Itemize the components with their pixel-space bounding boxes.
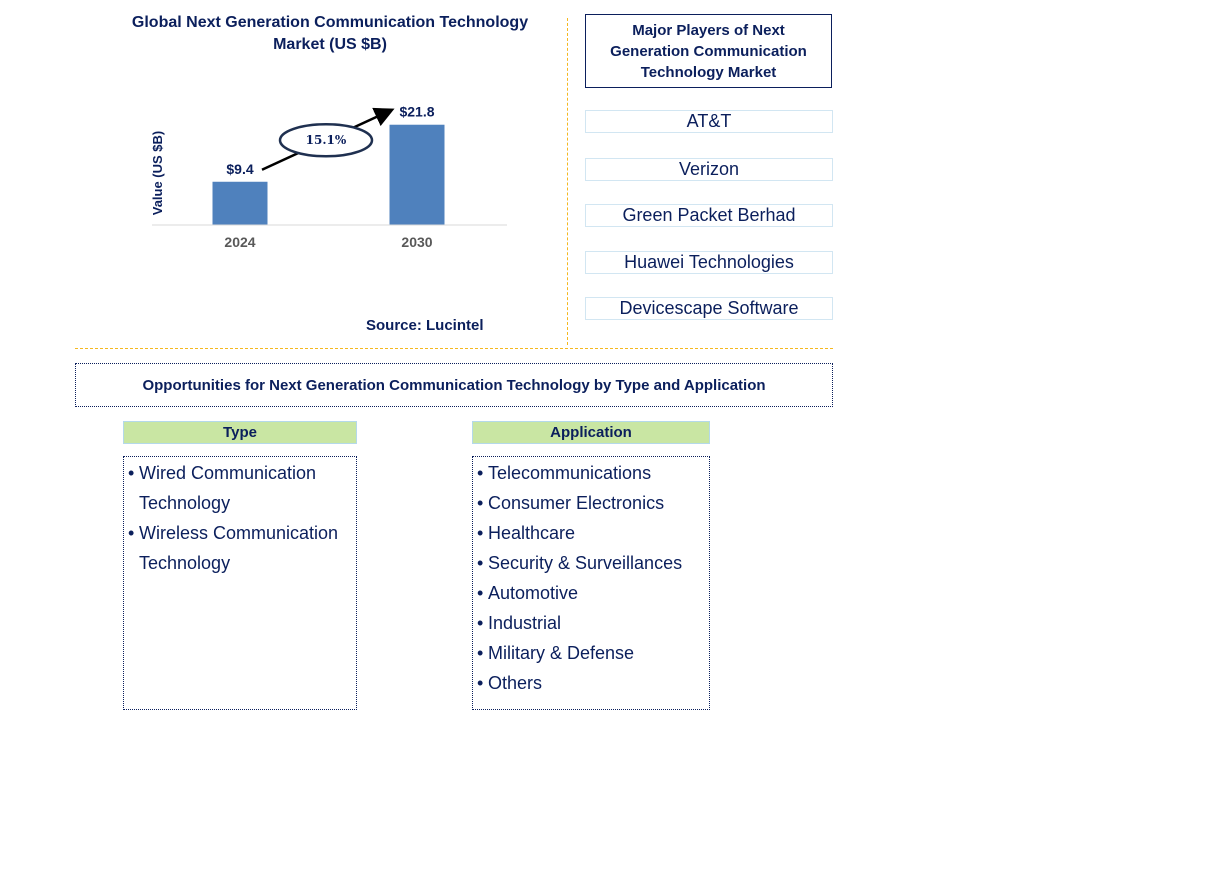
chart-title: Global Next Generation Communication Tec… bbox=[131, 14, 529, 53]
application-item: • Military & Defense bbox=[477, 638, 705, 668]
vertical-divider bbox=[567, 18, 568, 345]
application-item: • Automotive bbox=[477, 578, 705, 608]
bar-2030 bbox=[389, 124, 445, 225]
application-item-label: Industrial bbox=[488, 613, 562, 633]
application-item: • Security & Surveillances bbox=[477, 548, 705, 578]
application-item-label: Security & Surveillances bbox=[488, 553, 683, 573]
player-item: Huawei Technologies bbox=[585, 251, 833, 274]
application-item-label: Military & Defense bbox=[488, 643, 635, 663]
application-item-label: Healthcare bbox=[488, 523, 576, 543]
player-item: Verizon bbox=[585, 158, 833, 181]
type-heading: Type bbox=[123, 421, 357, 444]
bullet-icon: • bbox=[128, 523, 135, 543]
type-item-label: Wireless Communication Technology bbox=[139, 523, 339, 573]
cagr-label: 15.1% bbox=[306, 133, 347, 147]
type-item: • Wired Communication Technology bbox=[128, 458, 352, 518]
application-item-label: Automotive bbox=[488, 583, 579, 603]
bullet-icon: • bbox=[477, 553, 484, 573]
opportunities-title: Opportunities for Next Generation Commun… bbox=[75, 363, 833, 407]
application-item-label: Others bbox=[488, 673, 543, 693]
application-item-label: Telecommunications bbox=[488, 463, 652, 483]
bullet-icon: • bbox=[477, 493, 484, 513]
application-item: • Healthcare bbox=[477, 518, 705, 548]
type-list: • Wired Communication Technology • Wireless… bbox=[123, 456, 357, 710]
bullet-icon: • bbox=[477, 613, 484, 633]
bullet-icon: • bbox=[477, 583, 484, 603]
application-list: • Telecommunications • Consumer Electronics… bbox=[472, 456, 710, 710]
player-item: Devicescape Software bbox=[585, 297, 833, 320]
data-label-2024: $9.4 bbox=[226, 161, 253, 177]
player-item: AT&T bbox=[585, 110, 833, 133]
horizontal-divider bbox=[75, 348, 833, 349]
player-item: Green Packet Berhad bbox=[585, 204, 833, 227]
application-item: • Telecommunications bbox=[477, 458, 705, 488]
source-label: Source: Lucintel bbox=[366, 317, 484, 334]
bar-2024 bbox=[212, 181, 268, 225]
type-item: • Wireless Communication Technology bbox=[128, 518, 352, 578]
bullet-icon: • bbox=[128, 463, 135, 483]
bullet-icon: • bbox=[477, 523, 484, 543]
application-item: • Consumer Electronics bbox=[477, 488, 705, 518]
application-item-label: Consumer Electronics bbox=[488, 493, 665, 513]
x-tick-label-2030: 2030 bbox=[401, 234, 432, 250]
bar-chart: Value (US $B) $9.4 2024 $21.8 2030 15.1% bbox=[150, 104, 507, 250]
application-item: • Others bbox=[477, 668, 705, 698]
type-item-label: Wired Communication Technology bbox=[139, 463, 317, 513]
players-title: Major Players of Next Generation Communi… bbox=[585, 14, 832, 88]
application-item: • Industrial bbox=[477, 608, 705, 638]
data-label-2030: $21.8 bbox=[399, 104, 434, 120]
bullet-icon: • bbox=[477, 463, 484, 483]
bullet-icon: • bbox=[477, 643, 484, 663]
x-tick-label-2024: 2024 bbox=[224, 234, 255, 250]
y-axis-label: Value (US $B) bbox=[150, 131, 165, 216]
bullet-icon: • bbox=[477, 673, 484, 693]
application-heading: Application bbox=[472, 421, 710, 444]
